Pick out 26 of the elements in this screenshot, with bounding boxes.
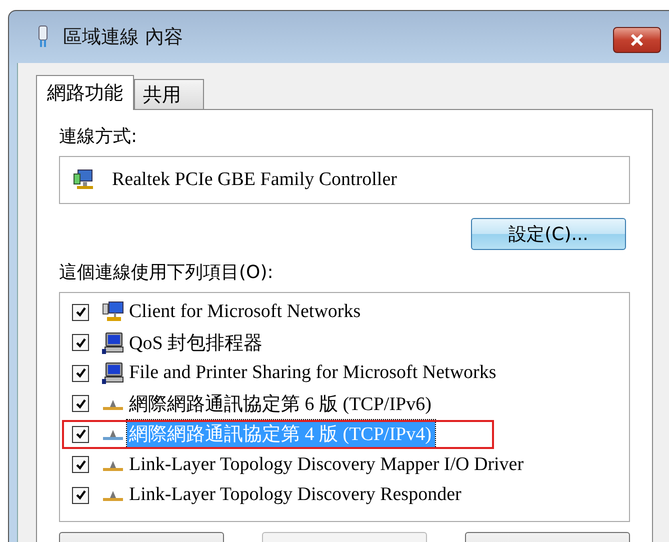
item-label[interactable]: Client for Microsoft Networks	[127, 300, 365, 324]
checkbox[interactable]	[72, 456, 89, 474]
configure-button[interactable]: 設定(C)...	[471, 218, 626, 250]
close-button[interactable]	[613, 27, 661, 53]
items-label: 這個連線使用下列項目(O):	[59, 261, 274, 284]
network-adapter-icon	[72, 168, 96, 192]
computer-icon	[101, 330, 125, 355]
close-icon	[628, 33, 646, 47]
checkbox[interactable]	[72, 426, 89, 443]
tab[interactable]: 共用	[134, 79, 204, 109]
tab[interactable]: 網路功能	[36, 75, 134, 110]
checkbox[interactable]	[72, 486, 89, 504]
item-label[interactable]: File and Printer Sharing for Microsoft Networks	[127, 361, 500, 386]
network-plug-icon	[37, 25, 49, 49]
item-label[interactable]: 網際網路通訊協定第 6 版 (TCP/IPv6)	[127, 390, 436, 418]
computer-icon	[101, 361, 125, 386]
item-label[interactable]: QoS 封包排程器	[127, 328, 267, 357]
checkbox[interactable]	[72, 364, 89, 382]
connect-using-label: 連線方式:	[59, 125, 138, 148]
checkbox[interactable]	[72, 334, 89, 352]
adapter-name: Realtek PCIe GBE Family Controller	[112, 169, 397, 191]
window-title: 區域連線 內容	[63, 25, 184, 50]
item-label[interactable]: Link-Layer Topology Discovery Mapper I/O Driver	[127, 452, 528, 477]
item-label[interactable]: Link-Layer Topology Discovery Responder	[127, 483, 466, 508]
checkbox[interactable]	[72, 304, 89, 321]
checkbox[interactable]	[72, 395, 89, 412]
